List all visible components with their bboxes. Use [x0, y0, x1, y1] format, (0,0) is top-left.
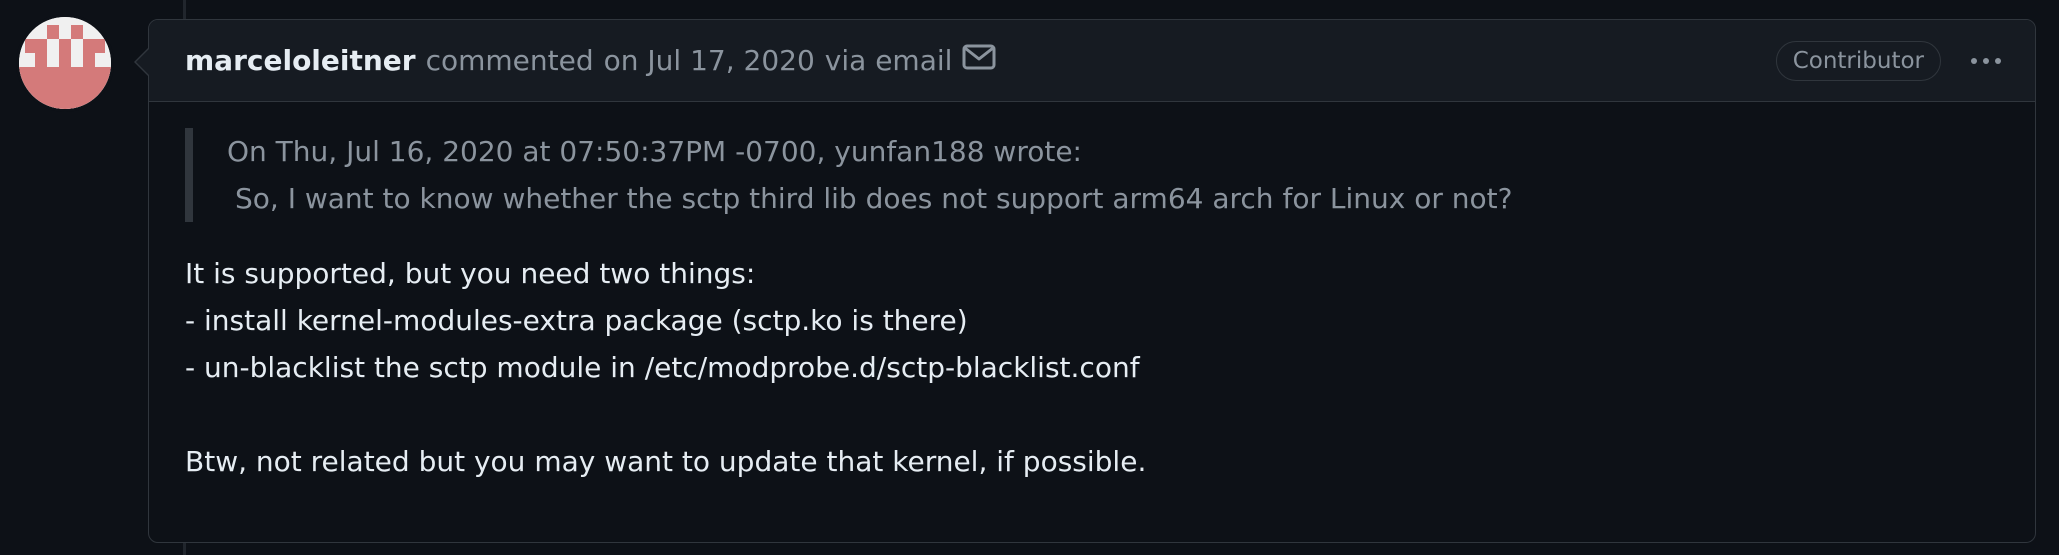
- comment-via: via email: [824, 44, 953, 77]
- comment-body: On Thu, Jul 16, 2020 at 07:50:37PM -0700…: [149, 102, 2035, 485]
- kebab-horizontal-icon[interactable]: [1965, 52, 2007, 70]
- quote-attribution: On Thu, Jul 16, 2020 at 07:50:37PM -0700…: [227, 135, 1082, 168]
- body-line: - un-blacklist the sctp module in /etc/m…: [185, 351, 1140, 384]
- mail-icon: [962, 44, 996, 77]
- comment-action: commented: [425, 44, 594, 77]
- comment-header: marceloleitner commented on Jul 17, 2020…: [149, 20, 2035, 102]
- author-link[interactable]: marceloleitner: [185, 44, 416, 77]
- quoted-reply: On Thu, Jul 16, 2020 at 07:50:37PM -0700…: [185, 128, 1999, 222]
- body-line: It is supported, but you need two things…: [185, 257, 756, 290]
- header-actions: Contributor: [1775, 20, 2007, 101]
- identicon-icon: [19, 17, 111, 109]
- quote-text: So, I want to know whether the sctp thir…: [235, 182, 1513, 215]
- comment-timestamp[interactable]: on Jul 17, 2020: [604, 44, 815, 77]
- body-closing: Btw, not related but you may want to upd…: [185, 445, 1147, 478]
- comment-card: marceloleitner commented on Jul 17, 2020…: [148, 19, 2036, 543]
- comment-pointer-inner: [136, 49, 149, 75]
- issue-timeline: marceloleitner commented on Jul 17, 2020…: [0, 0, 2059, 555]
- author-association-badge: Contributor: [1775, 40, 1941, 81]
- avatar[interactable]: [19, 17, 111, 109]
- body-line: - install kernel-modules-extra package (…: [185, 304, 968, 337]
